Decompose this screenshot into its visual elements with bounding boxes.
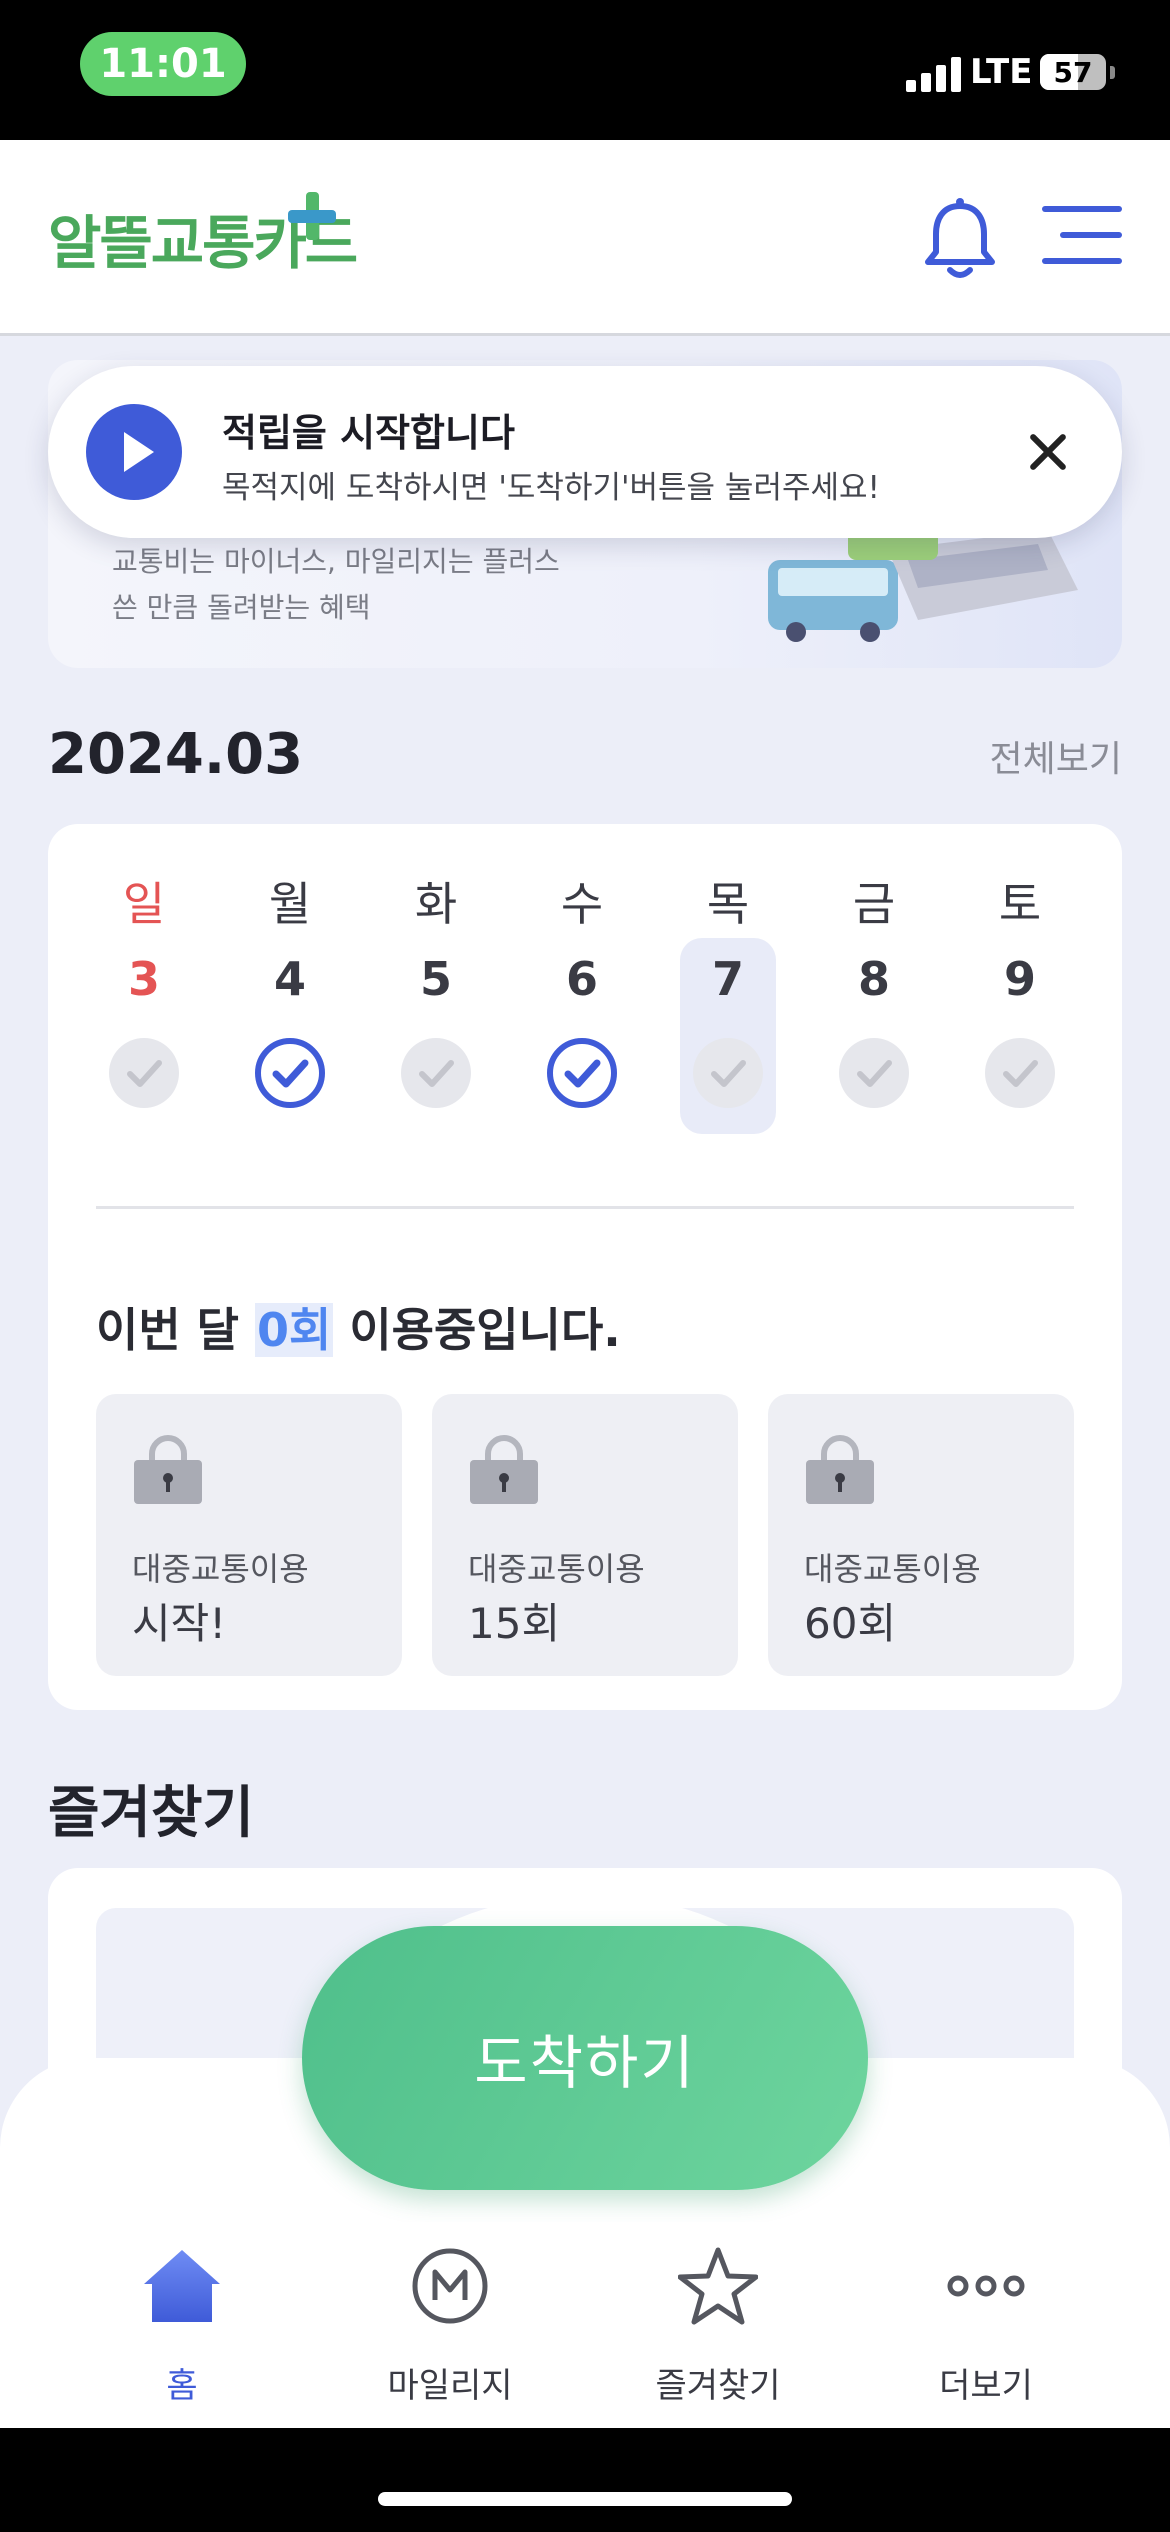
- check-circle-active-icon: [547, 1038, 617, 1108]
- mileage-icon: [412, 2248, 488, 2324]
- reward-value: 60회: [804, 1599, 897, 1648]
- day-number: 9: [1003, 952, 1036, 1006]
- toast-title: 적립을 시작합니다: [222, 411, 515, 455]
- reward-value: 15회: [468, 1599, 561, 1648]
- start-toast: 적립을 시작합니다 목적지에 도착하시면 '도착하기'버튼을 눌러주세요!: [48, 366, 1122, 538]
- day-number: 5: [419, 952, 452, 1006]
- tab-mileage[interactable]: 마일리지: [350, 2246, 550, 2416]
- day-column[interactable]: 일3: [96, 868, 192, 1108]
- reward-label: 대중교통이용: [132, 1550, 309, 1588]
- home-indicator-area: [0, 2428, 1170, 2532]
- day-name: 토: [998, 877, 1042, 931]
- tab-label: 홈: [166, 2366, 198, 2406]
- tab-home[interactable]: 홈: [82, 2246, 282, 2416]
- check-circle-icon: [401, 1038, 471, 1108]
- star-icon: [678, 2247, 758, 2325]
- day-number: 8: [857, 952, 890, 1006]
- lock-icon: [470, 1435, 538, 1504]
- lock-icon: [134, 1435, 202, 1504]
- day-number: 3: [127, 952, 160, 1006]
- play-icon: [86, 404, 182, 500]
- day-column[interactable]: 수6: [534, 868, 630, 1108]
- day-column[interactable]: 금8: [826, 868, 922, 1108]
- check-circle-icon: [839, 1038, 909, 1108]
- arrive-button[interactable]: 도착하기: [302, 1926, 868, 2190]
- notification-bell-icon[interactable]: [924, 196, 996, 282]
- day-number: 4: [273, 952, 306, 1006]
- battery-icon: 57: [1040, 54, 1106, 90]
- day-column[interactable]: 월4: [242, 868, 338, 1108]
- usage-count: 0회: [255, 1303, 334, 1357]
- tab-favorites[interactable]: 즐겨찾기: [618, 2246, 818, 2416]
- toast-message: 목적지에 도착하시면 '도착하기'버튼을 눌러주세요!: [222, 470, 880, 506]
- week-row: 일3월4화5수6목7금8토9: [96, 868, 1074, 1134]
- tab-bar: 홈 마일리지 즐겨찾기 더보기: [0, 2222, 1170, 2428]
- home-indicator[interactable]: [378, 2492, 792, 2506]
- close-icon[interactable]: [1024, 428, 1072, 476]
- day-number: 7: [711, 952, 744, 1006]
- banner-line-2: 쓴 만큼 돌려받는 혜택: [112, 591, 371, 624]
- day-column[interactable]: 목7: [680, 868, 776, 1134]
- app-logo[interactable]: 알뜰교통카드: [48, 192, 358, 280]
- day-name: 수: [560, 877, 604, 931]
- logo-plus-icon: [288, 192, 336, 240]
- tab-label: 더보기: [939, 2366, 1033, 2406]
- usage-prefix: 이번 달: [96, 1303, 255, 1357]
- day-name: 목: [706, 877, 750, 931]
- usage-suffix: 이용중입니다.: [333, 1303, 621, 1357]
- day-name: 금: [852, 877, 896, 931]
- tab-more[interactable]: 더보기: [886, 2246, 1086, 2416]
- day-column[interactable]: 화5: [388, 868, 484, 1108]
- day-name: 화: [414, 877, 458, 931]
- day-number: 6: [565, 952, 598, 1006]
- check-circle-icon: [693, 1038, 763, 1108]
- day-name: 월: [268, 877, 312, 931]
- hamburger-menu-icon[interactable]: [1042, 206, 1122, 266]
- home-icon: [144, 2250, 220, 2322]
- reward-label: 대중교통이용: [804, 1550, 981, 1588]
- check-circle-icon: [109, 1038, 179, 1108]
- tab-label: 즐겨찾기: [655, 2366, 781, 2406]
- check-circle-active-icon: [255, 1038, 325, 1108]
- favorites-title: 즐겨찾기: [48, 1781, 255, 1846]
- reward-card-start[interactable]: 대중교통이용 시작!: [96, 1394, 402, 1676]
- reward-value: 시작!: [132, 1599, 227, 1648]
- month-title: 2024.03: [48, 722, 304, 787]
- battery-percent: 57: [1053, 55, 1093, 89]
- lock-icon: [806, 1435, 874, 1504]
- more-icon: [947, 2275, 1025, 2297]
- divider: [96, 1206, 1074, 1209]
- app-header: 알뜰교통카드: [0, 140, 1170, 336]
- calendar-card: 일3월4화5수6목7금8토9 이번 달 0회 이용중입니다. 대중교통이용 시작…: [48, 824, 1122, 1710]
- battery-tip: [1110, 66, 1115, 79]
- reward-label: 대중교통이용: [468, 1550, 645, 1588]
- status-time: 11:01: [80, 32, 246, 96]
- tab-label: 마일리지: [387, 2366, 513, 2406]
- banner-line-1: 교통비는 마이너스, 마일리지는 플러스: [112, 545, 560, 578]
- view-all-link[interactable]: 전체보기: [990, 730, 1122, 782]
- reward-card-15[interactable]: 대중교통이용 15회: [432, 1394, 738, 1676]
- usage-summary: 이번 달 0회 이용중입니다.: [96, 1294, 621, 1360]
- signal-icon: [906, 56, 962, 92]
- network-label: LTE: [970, 52, 1033, 92]
- status-bar: 11:01 LTE 57: [0, 0, 1170, 140]
- reward-card-60[interactable]: 대중교통이용 60회: [768, 1394, 1074, 1676]
- check-circle-icon: [985, 1038, 1055, 1108]
- day-column[interactable]: 토9: [972, 868, 1068, 1108]
- day-name: 일: [122, 877, 166, 931]
